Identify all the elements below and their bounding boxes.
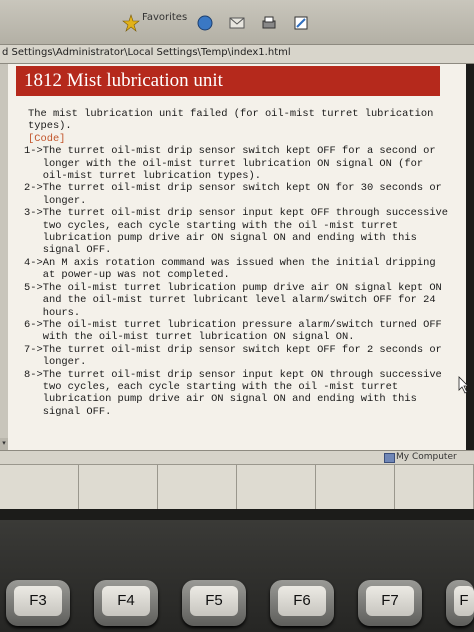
code-number: 7-> [24,343,43,356]
code-text: The oil-mist turret lubrication pressure… [42,318,442,344]
code-item: 1-> The turret oil-mist drip sensor switc… [24,145,452,182]
f5-key[interactable]: F5 [182,580,246,626]
code-number: 1-> [24,145,43,158]
soft-key[interactable] [316,465,395,509]
address-text[interactable]: d Settings\Administrator\Local Settings\… [2,47,291,58]
code-list: 1-> The turret oil-mist drip sensor switc… [24,145,452,418]
f3-key[interactable]: F3 [6,580,70,626]
code-item: 5-> The oil-mist turret lubrication pump … [24,282,452,319]
code-item: 4-> An M axis rotation command was issued… [24,257,452,282]
edit-icon[interactable] [292,14,310,32]
f7-key[interactable]: F7 [358,580,422,626]
f8-key[interactable]: F [446,580,474,626]
f4-key[interactable]: F4 [94,580,158,626]
code-item: 3-> The turret oil-mist drip sensor input… [24,207,452,257]
code-number: 6-> [24,318,43,331]
mouse-cursor-icon [458,376,469,394]
star-favorites-icon[interactable] [122,14,140,32]
computer-icon [384,453,395,463]
code-text: The turret oil-mist drip sensor switch k… [42,343,442,369]
code-text: The turret oil-mist drip sensor input ke… [42,207,449,257]
soft-key[interactable] [237,465,316,509]
browser-toolbar: Favorites [0,0,474,44]
code-text: The turret oil-mist drip sensor switch k… [42,145,436,183]
address-bar[interactable]: d Settings\Administrator\Local Settings\… [0,44,474,64]
scroll-down-arrow-icon[interactable]: ▾ [0,438,8,450]
mail-icon[interactable] [228,14,246,32]
status-bar: My Computer [0,450,474,465]
code-number: 5-> [24,281,43,294]
code-heading: [Code] [28,132,66,145]
code-text: The turret oil-mist drip sensor switch k… [42,182,442,207]
intro-text: The mist lubrication unit failed (for oi… [28,108,434,133]
code-item: 2-> The turret oil-mist drip sensor switc… [24,182,452,207]
favorites-label[interactable]: Favorites [142,12,187,23]
function-key-panel: F3 F4 F5 F6 F7 F [0,520,474,632]
media-icon[interactable] [196,14,214,32]
print-icon[interactable] [260,14,278,32]
code-number: 4-> [24,256,43,269]
soft-key[interactable] [158,465,237,509]
vertical-scrollbar[interactable] [0,64,8,450]
code-item: 6-> The oil-mist turret lubrication press… [24,319,452,344]
security-zone: My Computer [396,452,457,462]
code-text: The oil-mist turret lubrication pump dri… [42,281,442,319]
soft-key[interactable] [79,465,158,509]
alarm-description: The mist lubrication unit failed (for oi… [24,108,452,418]
code-item: 7-> The turret oil-mist drip sensor switc… [24,344,452,369]
code-number: 8-> [24,368,43,381]
page-title: 1812 Mist lubrication unit [16,66,440,96]
soft-key[interactable] [0,465,79,509]
code-item: 8-> The turret oil-mist drip sensor input… [24,369,452,419]
f6-key[interactable]: F6 [270,580,334,626]
code-number: 2-> [24,182,43,195]
code-text: An M axis rotation command was issued wh… [42,256,436,282]
soft-key-row [0,464,474,509]
code-text: The turret oil-mist drip sensor input ke… [42,368,442,418]
soft-key[interactable] [395,465,474,509]
code-number: 3-> [24,207,43,220]
page-viewport: 1812 Mist lubrication unit The mist lubr… [8,64,466,450]
